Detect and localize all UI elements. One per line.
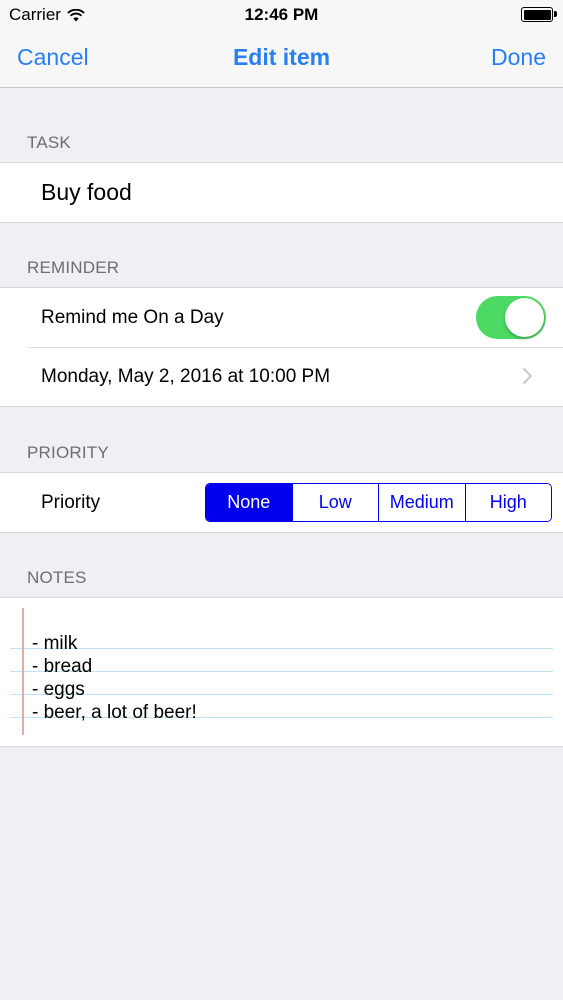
task-cell[interactable]: Buy food xyxy=(0,163,563,222)
reminder-group: Remind me On a Day Monday, May 2, 2016 a… xyxy=(0,287,563,407)
notes-line-text: - bread xyxy=(32,656,93,677)
reminder-date-label: Monday, May 2, 2016 at 10:00 PM xyxy=(41,365,331,387)
priority-segment-high[interactable]: High xyxy=(464,484,551,521)
reminder-date-cell[interactable]: Monday, May 2, 2016 at 10:00 PM xyxy=(0,347,563,406)
priority-segment-none[interactable]: None xyxy=(206,484,292,521)
section-header-task: TASK xyxy=(27,133,71,152)
task-text-field[interactable]: Buy food xyxy=(41,179,132,206)
remind-toggle-cell: Remind me On a Day xyxy=(0,288,563,347)
section-header-priority: PRIORITY xyxy=(27,443,109,462)
battery-icon xyxy=(521,7,557,22)
remind-toggle-label: Remind me On a Day xyxy=(41,306,224,328)
remind-toggle-switch[interactable] xyxy=(476,296,546,339)
toggle-knob xyxy=(505,298,544,337)
priority-cell: Priority None Low Medium High xyxy=(0,473,563,532)
section-header-notes: NOTES xyxy=(27,568,87,587)
priority-group: Priority None Low Medium High xyxy=(0,472,563,533)
priority-label: Priority xyxy=(41,491,101,513)
notes-margin-line xyxy=(22,608,24,735)
cancel-button[interactable]: Cancel xyxy=(17,44,89,71)
task-group: Buy food xyxy=(0,162,563,223)
status-time: 12:46 PM xyxy=(244,5,319,24)
notes-line-text: - eggs xyxy=(32,679,85,700)
priority-segment-low[interactable]: Low xyxy=(291,484,378,521)
chevron-right-icon xyxy=(523,368,532,384)
nav-bar: Cancel Edit item Done xyxy=(0,30,563,88)
notes-line-text: - milk xyxy=(32,633,78,654)
notes-group: - milk - bread - eggs - beer, a lot of b… xyxy=(0,597,563,747)
section-header-reminder: REMINDER xyxy=(27,258,120,277)
notes-text-area[interactable]: - milk - bread - eggs - beer, a lot of b… xyxy=(32,632,197,724)
done-button[interactable]: Done xyxy=(491,44,546,71)
notes-line-text: - beer, a lot of beer! xyxy=(32,702,197,723)
status-bar: Carrier 12:46 PM xyxy=(0,0,563,30)
priority-segment-medium[interactable]: Medium xyxy=(378,484,465,521)
priority-segmented-control: None Low Medium High xyxy=(205,483,552,522)
